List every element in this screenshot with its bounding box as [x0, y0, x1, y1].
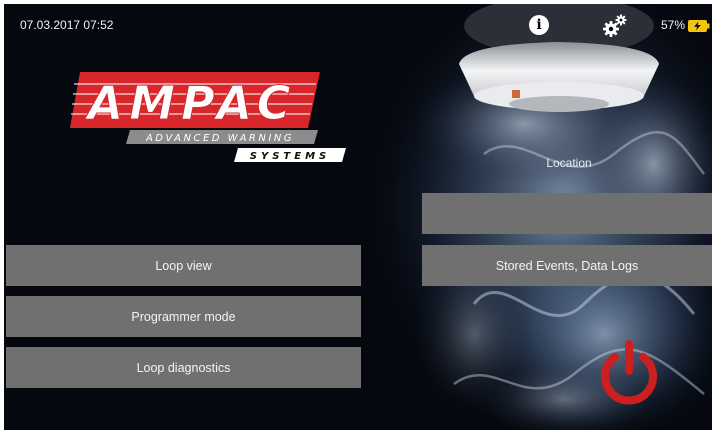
main-screen: 07.03.2017 07:52 i 57% AMPAC ADVANCED WA… — [4, 4, 712, 430]
stored-events-label: Stored Events, Data Logs — [495, 258, 639, 273]
logo-brand-text: AMPAC — [85, 76, 297, 130]
battery-charging-icon — [688, 20, 710, 32]
battery-percentage: 57% — [661, 18, 686, 32]
loop-diagnostics-label: Loop diagnostics — [136, 360, 231, 375]
stored-events-button[interactable]: Stored Events, Data Logs — [422, 245, 712, 286]
loop-diagnostics-button[interactable]: Loop diagnostics — [6, 347, 361, 388]
loop-view-button[interactable]: Loop view — [6, 245, 361, 286]
datetime-display: 07.03.2017 07:52 — [20, 18, 114, 32]
logo-tagline-1: ADVANCED WARNING — [145, 133, 294, 144]
info-icon[interactable]: i — [529, 15, 549, 35]
location-label: Location — [546, 156, 592, 170]
logo-tagline-2: SYSTEMS — [250, 151, 330, 162]
power-icon[interactable] — [594, 339, 664, 407]
programmer-mode-button[interactable]: Programmer mode — [6, 296, 361, 337]
ampac-logo: AMPAC ADVANCED WARNING SYSTEMS — [70, 72, 346, 162]
gear-icon[interactable] — [602, 13, 628, 39]
location-field[interactable] — [422, 193, 712, 234]
loop-view-label: Loop view — [155, 258, 212, 273]
programmer-mode-label: Programmer mode — [131, 309, 236, 324]
